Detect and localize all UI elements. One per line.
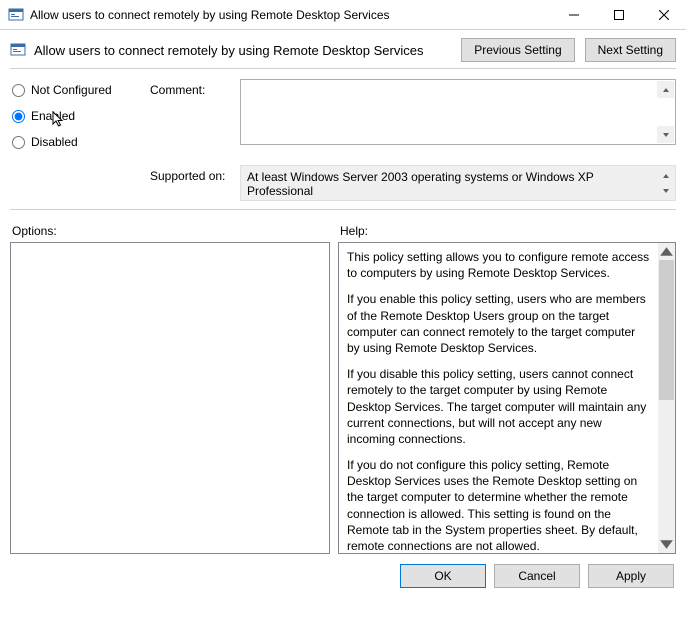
previous-setting-button[interactable]: Previous Setting [461,38,574,62]
radio-disabled[interactable]: Disabled [10,131,150,153]
footer-buttons: OK Cancel Apply [10,564,676,588]
radio-disabled-label: Disabled [31,135,78,149]
help-pane: This policy setting allows you to config… [338,242,676,554]
radio-not-configured-input[interactable] [12,84,25,97]
radio-enabled[interactable]: Enabled [10,105,150,127]
scroll-up-icon[interactable] [658,243,675,260]
help-paragraph: If you do not configure this policy sett… [347,457,650,553]
help-paragraph: This policy setting allows you to config… [347,249,650,281]
maximize-button[interactable] [596,0,641,30]
radio-not-configured[interactable]: Not Configured [10,79,150,101]
policy-icon [10,42,26,58]
comment-textarea[interactable] [240,79,676,145]
policy-header: Allow users to connect remotely by using… [10,38,676,62]
titlebar: Allow users to connect remotely by using… [0,0,686,30]
close-button[interactable] [641,0,686,30]
scroll-down-icon[interactable] [658,536,675,553]
scroll-down-icon [657,182,674,199]
help-paragraph: If you disable this policy setting, user… [347,366,650,447]
window-title: Allow users to connect remotely by using… [30,8,551,22]
scrollbar-thumb[interactable] [659,260,674,400]
help-text: This policy setting allows you to config… [339,243,658,553]
ok-button[interactable]: OK [400,564,486,588]
minimize-button[interactable] [551,0,596,30]
radio-enabled-label: Enabled [31,109,75,123]
help-label: Help: [340,224,676,238]
scroll-up-icon[interactable] [657,81,674,98]
supported-on-label: Supported on: [150,165,240,183]
help-scrollbar[interactable] [658,243,675,553]
next-setting-button[interactable]: Next Setting [585,38,676,62]
help-paragraph: If you enable this policy setting, users… [347,291,650,356]
scroll-down-icon[interactable] [657,126,674,143]
radio-not-configured-label: Not Configured [31,83,112,97]
separator [10,209,676,210]
radio-enabled-input[interactable] [12,110,25,123]
radio-disabled-input[interactable] [12,136,25,149]
app-icon [8,7,24,23]
separator [10,68,676,69]
options-label: Options: [10,224,340,238]
apply-button[interactable]: Apply [588,564,674,588]
options-pane [10,242,330,554]
supported-on-value: At least Windows Server 2003 operating s… [240,165,676,201]
cancel-button[interactable]: Cancel [494,564,580,588]
policy-title: Allow users to connect remotely by using… [34,43,451,58]
comment-label: Comment: [150,79,240,97]
supported-on-text: At least Windows Server 2003 operating s… [247,170,594,198]
